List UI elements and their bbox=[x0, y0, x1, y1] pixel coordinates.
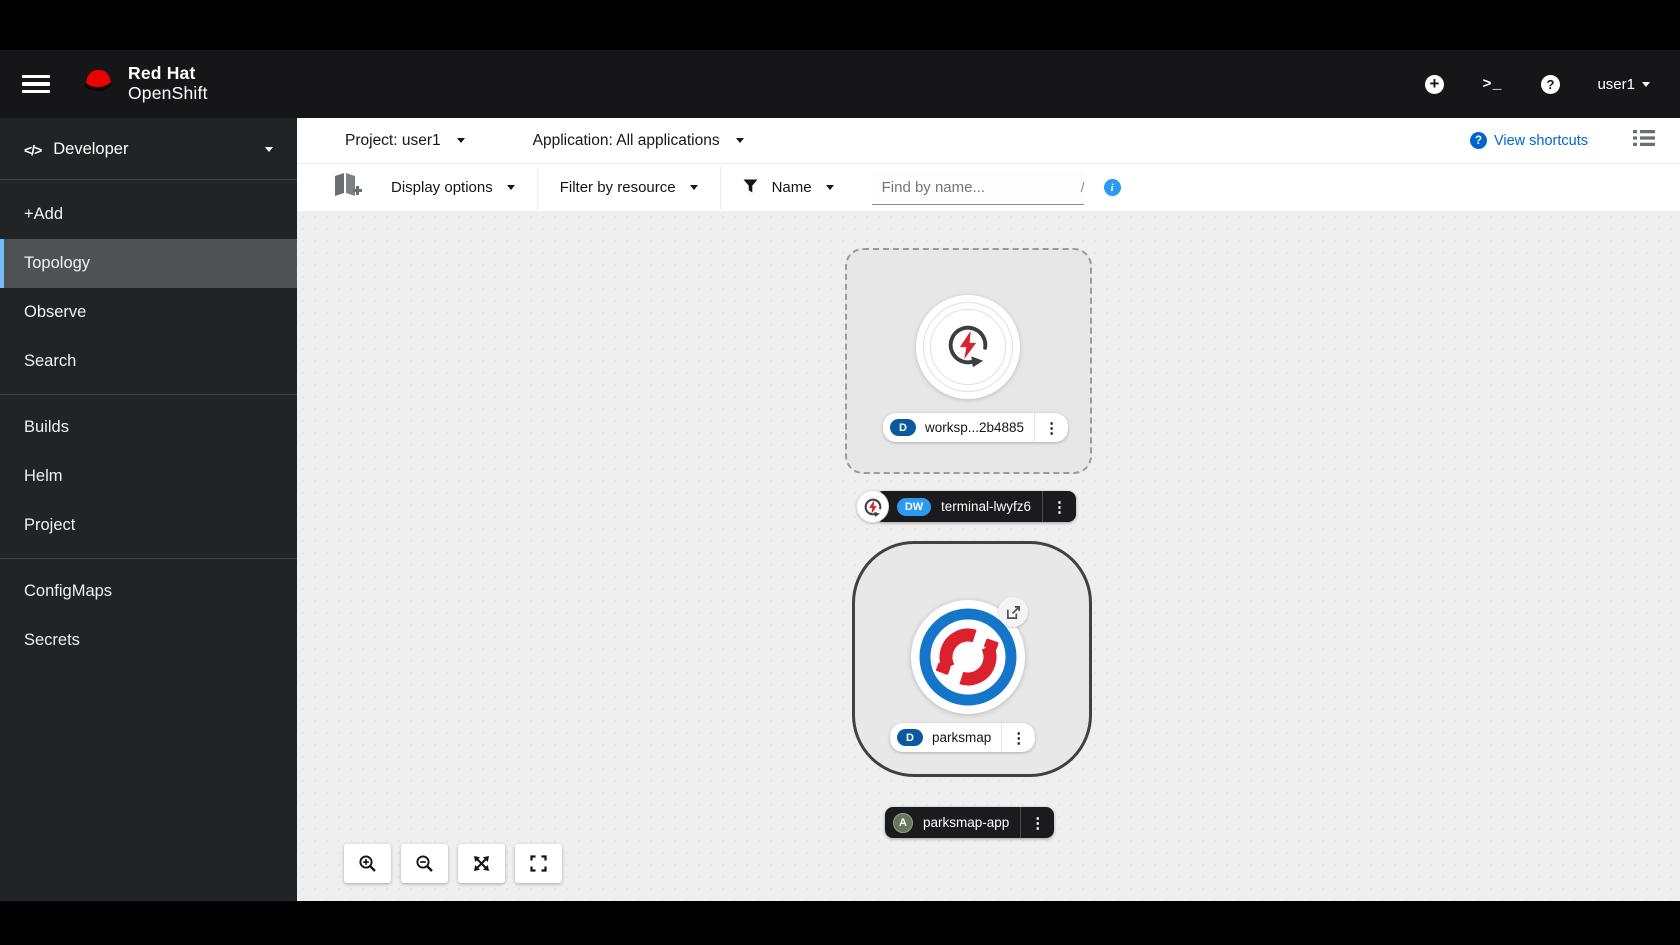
zoom-in-button[interactable] bbox=[344, 844, 391, 883]
filter-by-resource-dropdown[interactable]: Filter by resource bbox=[538, 173, 720, 203]
workspace-node-ring bbox=[923, 302, 1013, 392]
kebab-menu-icon[interactable]: ⋮ bbox=[1002, 729, 1035, 747]
application-dropdown-label: Application: All applications bbox=[533, 132, 720, 150]
chevron-down-icon bbox=[507, 185, 515, 190]
terminal-icon[interactable]: >_ bbox=[1481, 73, 1503, 95]
main-content: Project: user1 Application: All applicat… bbox=[297, 118, 1680, 901]
sidebar-item-topology[interactable]: Topology bbox=[0, 239, 297, 288]
letterbox-top bbox=[0, 0, 1680, 50]
zoom-out-button[interactable] bbox=[401, 844, 448, 883]
workspace-node-name: worksp...2b4885 bbox=[916, 420, 1034, 435]
masthead: Red Hat OpenShift + >_ ? user1 bbox=[0, 50, 1680, 118]
info-icon[interactable]: i bbox=[1104, 179, 1121, 196]
project-dropdown-label: Project: user1 bbox=[345, 132, 441, 150]
brand-text: Red Hat OpenShift bbox=[128, 64, 208, 103]
sidebar-section-divider bbox=[0, 558, 297, 559]
sidebar-item-search[interactable]: Search bbox=[0, 337, 297, 386]
perspective-label: Developer bbox=[53, 140, 253, 159]
filter-funnel-icon bbox=[743, 179, 758, 197]
user-name: user1 bbox=[1597, 76, 1635, 93]
chevron-down-icon bbox=[690, 185, 698, 190]
deployment-badge: D bbox=[890, 419, 916, 436]
workspace-node-label[interactable]: D worksp...2b4885 ⋮ bbox=[883, 413, 1068, 442]
sidebar-item-secrets[interactable]: Secrets bbox=[0, 616, 297, 665]
chevron-down-icon bbox=[265, 147, 273, 152]
topology-toolbar: Display options Filter by resource Name … bbox=[297, 164, 1680, 211]
find-by-name-input[interactable] bbox=[882, 179, 1081, 196]
question-circle-icon: ? bbox=[1470, 132, 1487, 149]
canvas-controls bbox=[344, 844, 562, 883]
kebab-menu-icon[interactable]: ⋮ bbox=[1043, 498, 1076, 516]
sidebar-section-divider bbox=[0, 394, 297, 395]
red-hat-fedora-icon bbox=[77, 66, 119, 103]
terminal-node-name: terminal-lwyfz6 bbox=[931, 499, 1042, 514]
parksmap-app-group-label[interactable]: A parksmap-app ⋮ bbox=[885, 807, 1054, 838]
user-menu[interactable]: user1 bbox=[1597, 76, 1650, 93]
kebab-menu-icon[interactable]: ⋮ bbox=[1021, 814, 1054, 832]
display-options-dropdown[interactable]: Display options bbox=[369, 173, 537, 203]
deployment-badge: D bbox=[897, 729, 923, 746]
add-circle-icon[interactable]: + bbox=[1423, 73, 1445, 95]
context-bar: Project: user1 Application: All applicat… bbox=[297, 118, 1680, 164]
application-dropdown[interactable]: Application: All applications bbox=[533, 132, 744, 150]
reset-view-button[interactable] bbox=[515, 844, 562, 883]
open-url-decorator[interactable] bbox=[998, 597, 1028, 627]
slash-shortcut-hint: / bbox=[1081, 179, 1085, 195]
chevron-down-icon bbox=[736, 138, 744, 143]
sidebar-item-helm[interactable]: Helm bbox=[0, 452, 297, 501]
list-view-toggle-icon[interactable] bbox=[1632, 128, 1656, 153]
application-badge: A bbox=[893, 813, 913, 833]
display-options-label: Display options bbox=[391, 179, 493, 196]
terminal-node-label[interactable]: DW terminal-lwyfz6 ⋮ bbox=[875, 491, 1076, 522]
terminal-node[interactable] bbox=[856, 490, 889, 523]
view-shortcuts-link[interactable]: ? View shortcuts bbox=[1470, 132, 1588, 149]
sidebar: </> Developer +Add Topology Observe Sear… bbox=[0, 118, 297, 901]
parksmap-node-name: parksmap bbox=[923, 730, 1001, 745]
workspace-node-ring-inner bbox=[930, 309, 1006, 385]
external-link-icon bbox=[1006, 605, 1021, 620]
parksmap-node-label[interactable]: D parksmap ⋮ bbox=[890, 723, 1035, 752]
chevron-down-icon bbox=[1642, 82, 1650, 87]
sidebar-item-project[interactable]: Project bbox=[0, 501, 297, 550]
fit-to-screen-button[interactable] bbox=[458, 844, 505, 883]
kebab-menu-icon[interactable]: ⋮ bbox=[1035, 419, 1068, 437]
terminal-node-row: DW terminal-lwyfz6 ⋮ bbox=[856, 490, 1076, 523]
menu-toggle-icon[interactable] bbox=[22, 70, 50, 98]
view-shortcuts-label: View shortcuts bbox=[1494, 133, 1588, 149]
chevron-down-icon bbox=[826, 185, 834, 190]
parksmap-app-group-name: parksmap-app bbox=[913, 815, 1020, 830]
brand-logo[interactable]: Red Hat OpenShift bbox=[77, 64, 208, 103]
help-icon[interactable]: ? bbox=[1539, 73, 1561, 95]
sidebar-nav: +Add Topology Observe Search Builds Helm… bbox=[0, 180, 297, 665]
devworkspace-badge: DW bbox=[897, 498, 931, 516]
name-filter-dropdown[interactable]: Name bbox=[721, 173, 856, 203]
perspective-switcher[interactable]: </> Developer bbox=[0, 118, 297, 179]
workspace-node[interactable] bbox=[916, 295, 1020, 399]
filter-by-resource-label: Filter by resource bbox=[560, 179, 676, 196]
devworkspace-icon bbox=[942, 319, 994, 376]
find-by-name-box: / bbox=[872, 171, 1084, 205]
sidebar-item-builds[interactable]: Builds bbox=[0, 403, 297, 452]
code-icon: </> bbox=[24, 142, 41, 158]
letterbox-bottom bbox=[0, 901, 1680, 945]
sidebar-item-add[interactable]: +Add bbox=[0, 190, 297, 239]
export-application-icon[interactable] bbox=[331, 171, 365, 205]
sidebar-item-observe[interactable]: Observe bbox=[0, 288, 297, 337]
project-dropdown[interactable]: Project: user1 bbox=[345, 132, 465, 150]
name-filter-label: Name bbox=[772, 179, 812, 196]
sidebar-item-configmaps[interactable]: ConfigMaps bbox=[0, 567, 297, 616]
topology-canvas[interactable]: D worksp...2b4885 ⋮ DW terminal-lwyfz6 ⋮ bbox=[297, 211, 1680, 901]
chevron-down-icon bbox=[457, 138, 465, 143]
